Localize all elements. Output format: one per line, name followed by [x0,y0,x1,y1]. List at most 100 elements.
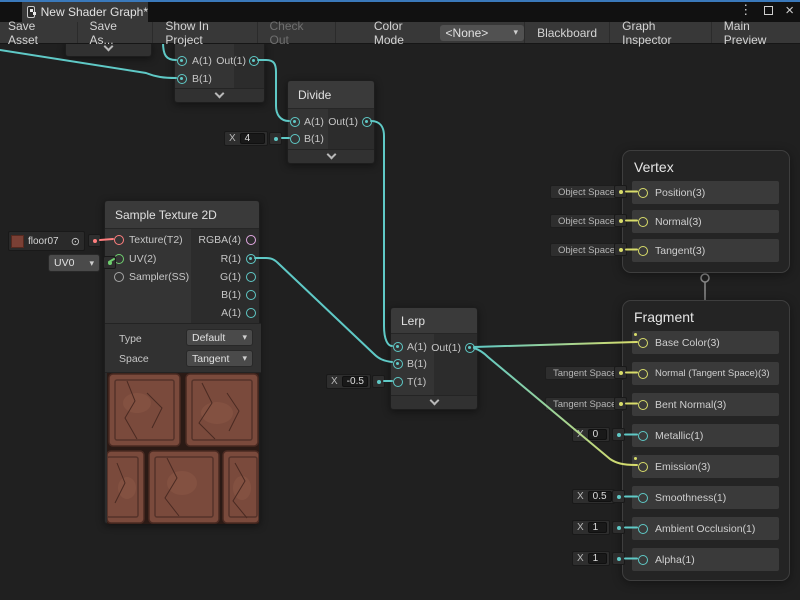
node-sample-texture-2d[interactable]: Sample Texture 2D Texture(T2) UV(2) Samp… [104,200,260,524]
port-a1[interactable] [246,308,256,318]
block-row-position[interactable]: Position(3) [632,181,779,204]
port-sampler-ss[interactable] [114,272,124,282]
port-normal-tangent-space3[interactable] [638,369,648,379]
row-label: Position(3) [655,187,705,199]
row-label: Normal (Tangent Space)(3) [655,368,770,379]
color-mode-dropdown[interactable]: <None> ▾ [440,25,525,41]
port-emission3[interactable] [638,462,648,472]
port-node1-b[interactable] [177,74,187,84]
chevron-down-icon [429,396,439,406]
port-label: B(1) [192,73,212,85]
port-lerp-b[interactable] [393,359,403,369]
block-title: Vertex [634,159,674,175]
port-smoothness1[interactable] [638,493,648,503]
dropdown-arrow-icon: ▾ [242,353,247,364]
metallic-default-field[interactable]: X 0 [572,427,610,442]
expand-chevron[interactable] [288,149,374,163]
maximize-icon[interactable] [764,6,773,15]
divide-b-default-field[interactable]: X 4 [224,131,268,146]
main-preview-toggle[interactable]: Main Preview [711,22,800,43]
x-value[interactable]: 0 [588,429,607,440]
port-lerp-out[interactable] [465,343,475,353]
port-texture-t2[interactable] [114,235,124,245]
divide-b-default-dot [269,132,282,145]
port-metallic1[interactable] [638,431,648,441]
port-b1[interactable] [246,290,256,300]
port-divide-a[interactable] [290,117,300,127]
x-value[interactable]: 4 [240,133,265,144]
x-value[interactable]: -0.5 [342,376,368,387]
ambient-occlusion-default-field[interactable]: X 1 [572,520,610,535]
save-asset-button[interactable]: Save Asset [0,22,78,43]
block-row-normal[interactable]: Normal(3) [632,210,779,233]
block-row-emission[interactable]: Emission(3) [632,455,779,478]
texture-thumbnail [11,235,24,248]
graph-inspector-toggle[interactable]: Graph Inspector [609,22,711,43]
port-ambient-occlusion1[interactable] [638,524,648,534]
object-picker-icon[interactable]: ⊙ [71,235,80,248]
toolbar-right-group: Blackboard Graph Inspector Main Preview [524,22,800,43]
node-add[interactable]: A(1) B(1) Out(1) [174,41,265,103]
smoothness-default-field[interactable]: X 0.5 [572,489,615,504]
port-divide-out[interactable] [362,117,372,127]
type-dropdown[interactable]: Default ▾ [186,329,253,346]
texture-asset-field[interactable]: floor07 ⊙ [8,231,85,251]
port-lerp-t[interactable] [393,377,403,387]
binding-dot [614,185,627,198]
binding-tangent-space: Tangent Space [545,366,624,380]
x-label: X [573,429,588,440]
block-row-bent-normal[interactable]: Bent Normal(3) [632,393,779,416]
save-as-button[interactable]: Save As... [78,22,154,43]
dropdown-arrow-icon: ▾ [242,332,247,343]
graph-canvas[interactable]: A(1) B(1) Out(1) Divide A(1) B(1) Out(1)… [0,0,800,600]
lerp-t-default-field[interactable]: X -0.5 [326,374,371,389]
blackboard-toggle[interactable]: Blackboard [524,22,609,43]
block-row-tangent[interactable]: Tangent(3) [632,239,779,262]
x-value[interactable]: 1 [588,553,607,564]
port-g1[interactable] [246,272,256,282]
fragment-context-block[interactable]: Fragment Base Color(3) Normal (Tangent S… [622,300,790,581]
port-normal3[interactable] [638,217,648,227]
block-row-base-color[interactable]: Base Color(3) [632,331,779,354]
block-row-metallic[interactable]: Metallic(1) [632,424,779,447]
node-lerp[interactable]: Lerp A(1) B(1) T(1) Out(1) [390,307,478,410]
shader-graph-window: A(1) B(1) Out(1) Divide A(1) B(1) Out(1)… [0,0,800,600]
block-row-smoothness[interactable]: Smoothness(1) [632,486,779,509]
port-position3[interactable] [638,188,648,198]
close-icon[interactable]: × [785,6,794,15]
port-lerp-a[interactable] [393,342,403,352]
port-base-color3[interactable] [638,338,648,348]
port-label: Sampler(SS) [129,271,189,283]
port-tangent3[interactable] [638,246,648,256]
block-row-alpha[interactable]: Alpha(1) [632,548,779,571]
block-row-ambient-occlusion[interactable]: Ambient Occlusion(1) [632,517,779,540]
uv-channel-dropdown[interactable]: UV0 ▾ [48,254,100,272]
port-alpha1[interactable] [638,555,648,565]
space-dropdown[interactable]: Tangent ▾ [186,350,253,367]
dropdown-arrow-icon: ▾ [89,258,94,269]
lerp-t-default-dot [372,375,385,388]
block-row-normal-ts[interactable]: Normal (Tangent Space)(3) [632,362,779,385]
x-value[interactable]: 1 [588,522,607,533]
alpha-default-field[interactable]: X 1 [572,551,610,566]
expand-chevron[interactable] [391,395,477,409]
expand-chevron[interactable] [175,88,264,102]
shader-graph-icon [27,6,35,18]
node-divide[interactable]: Divide A(1) B(1) Out(1) [287,80,375,164]
row-label: Emission(3) [655,461,710,473]
default-dot [612,428,625,441]
port-label: A(1) [407,341,427,353]
port-bent-normal3[interactable] [638,400,648,410]
port-label: A(1) [304,116,324,128]
port-node1-a[interactable] [177,56,187,66]
menu-kebab-icon[interactable]: ⋮ [739,2,752,18]
node-title: Lerp [391,308,477,334]
port-r1[interactable] [246,254,256,264]
port-node1-out[interactable] [249,56,259,66]
port-rgba4[interactable] [246,235,256,245]
x-value[interactable]: 0.5 [588,491,612,502]
dropdown-arrow-icon: ▾ [514,27,519,38]
show-in-project-button[interactable]: Show In Project [153,22,257,43]
port-divide-b[interactable] [290,134,300,144]
vertex-context-block[interactable]: Vertex Position(3) Normal(3) Tangent(3) [622,150,790,273]
